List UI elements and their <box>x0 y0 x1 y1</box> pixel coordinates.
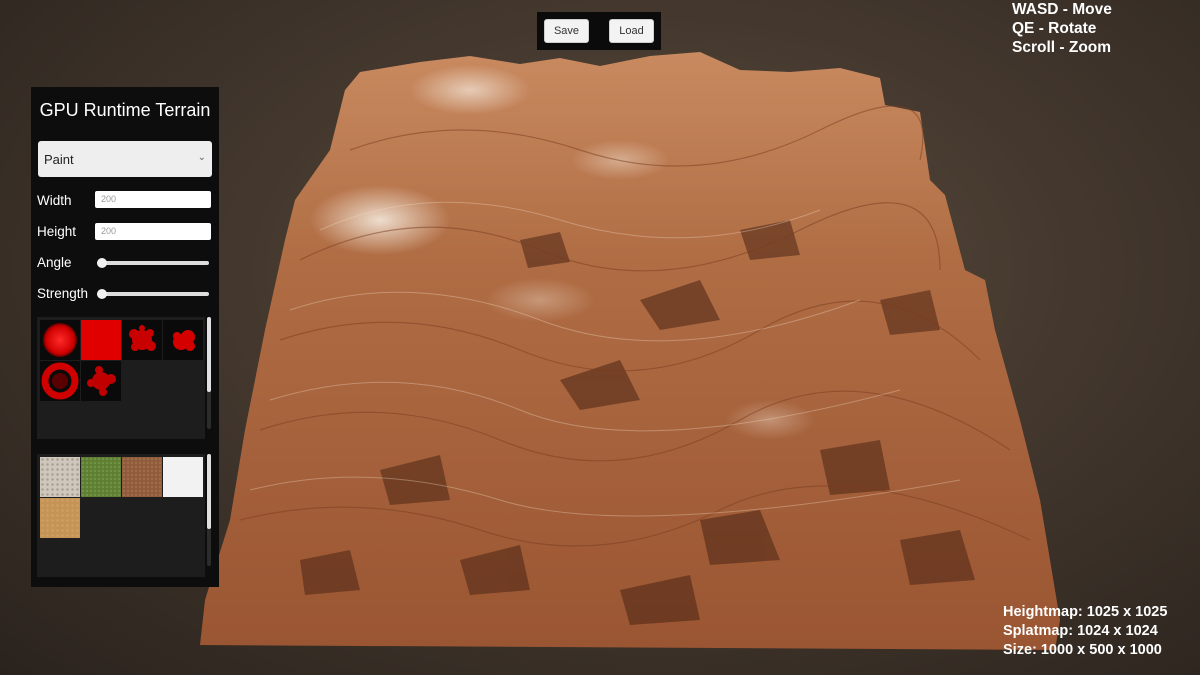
load-button[interactable]: Load <box>609 19 654 43</box>
heightmap-info: Heightmap: 1025 x 1025 <box>1003 604 1168 620</box>
save-button[interactable]: Save <box>544 19 589 43</box>
strength-slider-handle[interactable] <box>97 289 107 299</box>
brush-grid-scroll-thumb[interactable] <box>207 317 211 392</box>
texture-grass[interactable] <box>81 457 121 497</box>
size-info: Size: 1000 x 500 x 1000 <box>1003 642 1162 658</box>
brush-ring-icon[interactable] <box>40 361 80 401</box>
brush-scatter-icon[interactable] <box>81 361 121 401</box>
brush-splatter-icon[interactable] <box>122 320 162 360</box>
mode-dropdown[interactable]: Paint ⌄ <box>38 141 212 177</box>
brush-soft-circle-icon[interactable] <box>40 320 80 360</box>
chevron-down-icon: ⌄ <box>197 152 206 163</box>
strength-slider[interactable] <box>97 289 209 299</box>
height-field[interactable]: 200 <box>95 223 211 240</box>
controls-move: WASD - Move <box>1012 1 1112 18</box>
brush-cloud-icon[interactable] <box>163 320 203 360</box>
brush-grid-scrollbar[interactable] <box>207 317 211 429</box>
brush-grid <box>37 317 205 439</box>
panel-title: GPU Runtime Terrain <box>39 100 211 120</box>
height-label: Height <box>37 224 77 239</box>
width-label: Width <box>37 193 72 208</box>
brush-square-icon[interactable] <box>81 320 121 360</box>
width-field[interactable]: 200 <box>95 191 211 208</box>
texture-grid <box>37 454 205 577</box>
terrain-tools-panel: GPU Runtime Terrain Paint ⌄ Width 200 He… <box>31 87 219 587</box>
controls-help: WASD - Move QE - Rotate Scroll - Zoom <box>1012 0 1112 57</box>
texture-snow[interactable] <box>163 457 203 497</box>
texture-sand[interactable] <box>40 498 80 538</box>
controls-rotate: QE - Rotate <box>1012 20 1097 37</box>
terrain-info: Heightmap: 1025 x 1025 Splatmap: 1024 x … <box>1003 603 1167 660</box>
file-toolbar: Save Load <box>537 12 661 50</box>
angle-label: Angle <box>37 255 72 270</box>
strength-label: Strength <box>37 286 89 301</box>
texture-grid-scrollbar[interactable] <box>207 454 211 566</box>
texture-gravel[interactable] <box>40 457 80 497</box>
splatmap-info: Splatmap: 1024 x 1024 <box>1003 623 1158 639</box>
controls-zoom: Scroll - Zoom <box>1012 39 1112 56</box>
angle-slider[interactable] <box>97 258 209 268</box>
mode-dropdown-value: Paint <box>44 151 74 167</box>
angle-slider-handle[interactable] <box>97 258 107 268</box>
texture-dirt[interactable] <box>122 457 162 497</box>
texture-grid-scroll-thumb[interactable] <box>207 454 211 529</box>
